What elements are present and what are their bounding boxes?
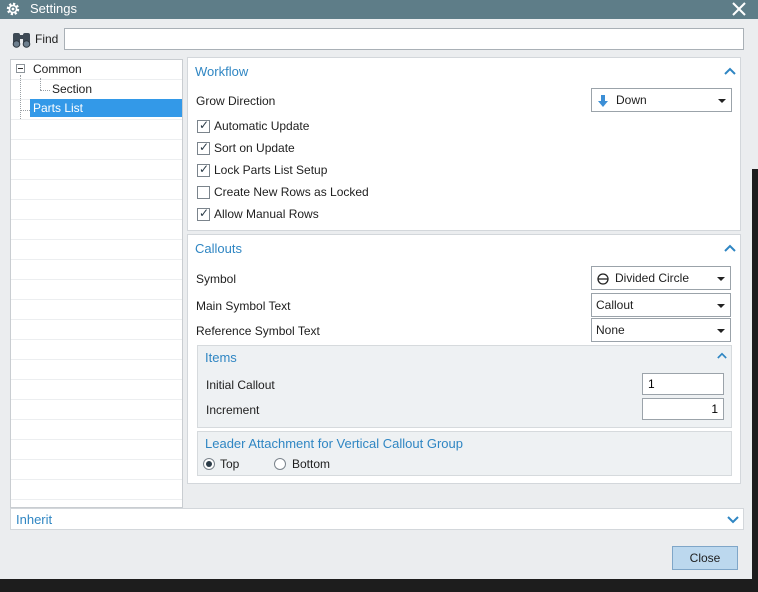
settings-dialog: Find Common Section Parts List Workflow … (0, 19, 752, 579)
create-new-rows-locked-checkbox[interactable] (197, 186, 210, 199)
allow-manual-rows-label: Allow Manual Rows (214, 207, 319, 221)
close-icon[interactable] (730, 0, 748, 18)
leader-bottom-label: Bottom (292, 457, 331, 471)
workflow-header[interactable]: Workflow (195, 64, 248, 79)
reference-symbol-text-label: Reference Symbol Text (196, 324, 320, 338)
automatic-update-label: Automatic Update (214, 119, 310, 133)
window-edge (752, 19, 758, 579)
leader-bottom-radio[interactable] (274, 458, 286, 470)
items-subpanel: Items Initial Callout Increment (197, 345, 732, 428)
find-input[interactable] (64, 28, 744, 50)
inherit-header: Inherit (16, 512, 53, 527)
grow-direction-label: Grow Direction (196, 94, 276, 108)
chevron-down-icon (717, 329, 725, 333)
find-bar: Find (0, 19, 752, 57)
chevron-down-icon (718, 99, 726, 103)
tree-item-parts-list[interactable]: Parts List (30, 99, 182, 117)
binoculars-icon (12, 33, 31, 48)
increment-label: Increment (206, 403, 260, 417)
chevron-down-icon[interactable] (727, 516, 739, 524)
automatic-update-checkbox[interactable] (197, 118, 210, 133)
callouts-header[interactable]: Callouts (195, 241, 242, 256)
inherit-panel[interactable]: Inherit (10, 508, 744, 530)
sort-on-update-label: Sort on Update (214, 141, 295, 155)
grow-direction-select[interactable]: Down (591, 88, 732, 112)
callouts-panel: Callouts Symbol Divided Circle Main Symb… (187, 234, 741, 484)
settings-tree: Common Section Parts List (10, 59, 183, 508)
chevron-up-icon[interactable] (717, 352, 727, 359)
initial-callout-label: Initial Callout (206, 378, 275, 392)
tree-item-common[interactable]: Common (33, 60, 82, 78)
lock-parts-list-setup-checkbox[interactable] (197, 162, 210, 177)
leader-top-radio[interactable] (203, 458, 215, 470)
reference-symbol-text-select[interactable]: None (591, 318, 731, 342)
chevron-down-icon (717, 277, 725, 281)
leader-top-label: Top (220, 457, 240, 471)
increment-input[interactable] (642, 398, 724, 420)
initial-callout-input[interactable] (642, 373, 724, 395)
divided-circle-icon (597, 273, 609, 285)
lock-parts-list-setup-label: Lock Parts List Setup (214, 163, 328, 177)
symbol-select[interactable]: Divided Circle (591, 266, 731, 290)
main-symbol-text-value: Callout (596, 298, 634, 312)
reference-symbol-text-value: None (596, 323, 625, 337)
chevron-up-icon[interactable] (724, 67, 736, 75)
sort-on-update-checkbox[interactable] (197, 140, 210, 155)
title-bar: Settings (0, 0, 758, 19)
gear-icon (6, 2, 20, 16)
chevron-down-icon (717, 304, 725, 308)
window-title: Settings (30, 1, 77, 16)
desktop-background (0, 579, 758, 592)
close-button[interactable]: Close (672, 546, 738, 570)
create-new-rows-locked-label: Create New Rows as Locked (214, 185, 369, 199)
tree-item-section[interactable]: Section (52, 80, 92, 98)
chevron-up-icon[interactable] (724, 244, 736, 252)
collapse-toggle-icon[interactable] (16, 64, 25, 73)
leader-attachment-subpanel: Leader Attachment for Vertical Callout G… (197, 431, 732, 476)
grow-direction-value: Down (616, 93, 647, 107)
allow-manual-rows-checkbox[interactable] (197, 206, 210, 221)
items-header[interactable]: Items (205, 350, 237, 365)
leader-attachment-header: Leader Attachment for Vertical Callout G… (205, 436, 463, 451)
arrow-down-icon (598, 95, 608, 107)
main-symbol-text-select[interactable]: Callout (591, 293, 731, 317)
symbol-label: Symbol (196, 272, 237, 286)
main-symbol-text-label: Main Symbol Text (196, 299, 291, 313)
symbol-value: Divided Circle (615, 271, 690, 285)
workflow-panel: Workflow Grow Direction Down Automatic U… (187, 57, 741, 231)
find-label: Find (35, 32, 59, 46)
